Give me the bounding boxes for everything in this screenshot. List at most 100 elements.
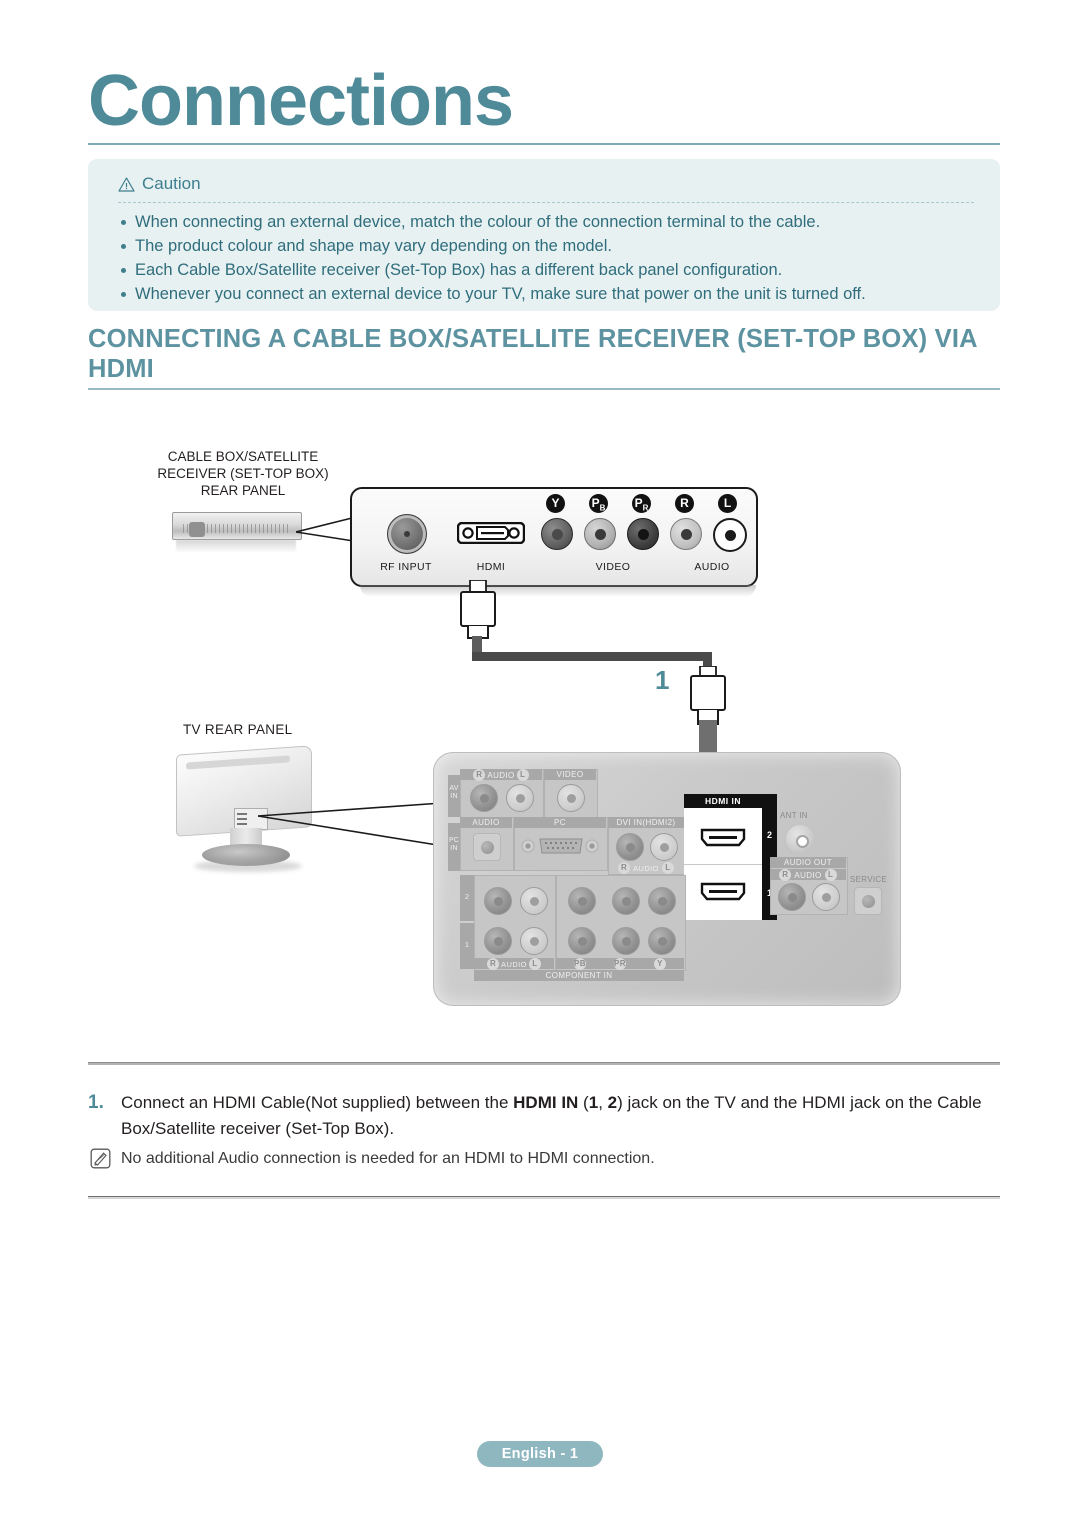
component-audio-footer: R AUDIO L	[474, 958, 554, 970]
note-pencil-icon	[90, 1148, 111, 1169]
av-in-side-tag: AV IN	[448, 775, 460, 817]
chip-av-l: L	[516, 769, 529, 781]
stb-hdmi-label: HDMI	[476, 561, 506, 573]
chip-pb: PB	[589, 494, 608, 513]
stb-panel-label-line2: RECEIVER (SET-TOP BOX)	[157, 466, 329, 481]
stb-panel-shadow	[360, 585, 756, 597]
chip-l: L	[718, 494, 737, 513]
step-text: Connect an HDMI Cable(Not supplied) betw…	[121, 1093, 982, 1138]
section-heading: CONNECTING A CABLE BOX/SATELLITE RECEIVE…	[88, 325, 977, 383]
component-1-audio-l-jack[interactable]	[520, 927, 548, 955]
stb-rear-panel: RF INPUT HDMI Y PB PR VIDEO R L AUDIO	[350, 487, 758, 597]
stb-panel-label-line3: REAR PANEL	[200, 483, 286, 498]
footer-page-badge: English - 1	[477, 1441, 603, 1467]
audio-out-label: AUDIO	[794, 870, 822, 880]
component-video-footer: PB PR Y	[556, 958, 684, 970]
component-row-2-tag: 2	[460, 875, 474, 921]
component-2-y-jack[interactable]	[648, 887, 676, 915]
stb-jack-pr[interactable]	[627, 518, 659, 550]
ant-in-jack[interactable]	[784, 823, 816, 855]
component-2-pr-jack[interactable]	[612, 887, 640, 915]
chip-dvi-r: R	[618, 862, 631, 874]
component-2-audio-l-jack[interactable]	[520, 887, 548, 915]
pc-audio-header: AUDIO	[460, 817, 512, 828]
stb-photo-knob	[189, 522, 205, 537]
tv-photo-shadow	[194, 860, 302, 872]
dvi-audio-r-jack[interactable]	[616, 833, 644, 861]
av-in-video-header: VIDEO	[544, 769, 596, 780]
note-block: No additional Audio connection is needed…	[88, 1147, 1000, 1171]
component-1-y-jack[interactable]	[648, 927, 676, 955]
note-text: No additional Audio connection is needed…	[121, 1150, 655, 1167]
dvi-in-header: DVI IN(HDMI2)	[608, 817, 684, 828]
stb-jack-pb[interactable]	[584, 518, 616, 550]
service-jack[interactable]	[854, 887, 882, 915]
caution-box: Caution When connecting an external devi…	[88, 159, 1000, 311]
component-2-audio-r-jack[interactable]	[484, 887, 512, 915]
pc-in-side-tag: PC IN	[448, 823, 460, 871]
caution-heading-label: Caution	[142, 174, 201, 193]
chip-pr: PR	[632, 494, 651, 513]
caution-heading-row: Caution	[118, 171, 974, 197]
av-in-audio-header: R AUDIO L	[460, 769, 542, 781]
step-item: 1. Connect an HDMI Cable(Not supplied) b…	[88, 1090, 1000, 1142]
av-in-audio-r-jack[interactable]	[470, 784, 498, 812]
component-audio-group	[474, 875, 556, 971]
chip-comp-y: Y	[654, 958, 666, 970]
chip-r: R	[675, 494, 694, 513]
hdmi-cable-segment-b	[472, 652, 712, 661]
av-in-audio-l-jack[interactable]	[506, 784, 534, 812]
pc-dsub-port[interactable]	[520, 833, 600, 859]
hdmi-cable-plug-bottom	[690, 666, 726, 725]
caution-list: When connecting an external device, matc…	[118, 204, 974, 306]
stb-photo-body	[172, 512, 302, 540]
connection-diagram: CABLE BOX/SATELLITE RECEIVER (SET-TOP BO…	[0, 420, 1080, 1040]
audio-out-subheader: R AUDIO L	[770, 869, 846, 881]
component-audio-label: AUDIO	[501, 959, 527, 969]
hdmi-block-divider	[684, 864, 762, 865]
component-in-footer: COMPONENT IN	[474, 970, 684, 981]
dvi-audio-label: AUDIO	[633, 863, 659, 873]
stb-photo-reflection	[176, 540, 296, 553]
caution-item: The product colour and shape may vary de…	[118, 234, 974, 258]
stb-jack-audio-r[interactable]	[670, 518, 702, 550]
audio-out-header: AUDIO OUT	[770, 857, 846, 868]
audio-out-l-jack[interactable]	[812, 883, 840, 911]
dvi-audio-l-jack[interactable]	[650, 833, 678, 861]
pc-audio-jack[interactable]	[473, 833, 501, 861]
hdmi-in-port-1[interactable]	[699, 882, 747, 901]
chip-y: Y	[546, 494, 565, 513]
av-in-audio-label: AUDIO	[487, 770, 515, 780]
av-in-video-jack[interactable]	[557, 784, 585, 812]
hdmi-in-port-2[interactable]	[699, 828, 747, 847]
page-title-wrap: Connections	[88, 62, 1000, 140]
component-1-audio-r-jack[interactable]	[484, 927, 512, 955]
hdmi-port-2-number: 2	[766, 830, 772, 840]
stb-audio-label: AUDIO	[694, 561, 730, 573]
tv-rear-panel: AV IN R AUDIO L VIDEO PC IN AUDIO PC DVI…	[433, 752, 901, 1006]
rf-input-jack[interactable]	[387, 514, 427, 554]
ant-in-label: ANT IN	[780, 811, 808, 820]
rf-input-label: RF INPUT	[380, 561, 432, 573]
caution-item: Whenever you connect an external device …	[118, 282, 974, 306]
hdmi-cable-plug-top	[460, 580, 496, 639]
component-1-pr-jack[interactable]	[612, 927, 640, 955]
stb-hdmi-port[interactable]	[457, 522, 525, 544]
component-row-1-tag: 1	[460, 923, 474, 969]
chip-audioout-r: R	[779, 869, 792, 881]
stb-jack-y[interactable]	[541, 518, 573, 550]
stb-panel-label: CABLE BOX/SATELLITE RECEIVER (SET-TOP BO…	[148, 448, 338, 499]
stb-jack-audio-l[interactable]	[713, 518, 747, 552]
warning-triangle-icon	[118, 176, 135, 192]
callout-number-1: 1	[655, 665, 670, 695]
caution-item: When connecting an external device, matc…	[118, 210, 974, 234]
hdmi-in-header: HDMI IN	[684, 794, 762, 808]
tv-leader-line	[258, 801, 457, 849]
audio-out-r-jack[interactable]	[778, 883, 806, 911]
step-number: 1.	[88, 1092, 104, 1113]
component-2-pb-jack[interactable]	[568, 887, 596, 915]
dvi-audio-footer: R AUDIO L	[608, 862, 684, 874]
component-1-pb-jack[interactable]	[568, 927, 596, 955]
chip-av-r: R	[473, 769, 486, 781]
pc-dsub-header: PC	[514, 817, 606, 828]
